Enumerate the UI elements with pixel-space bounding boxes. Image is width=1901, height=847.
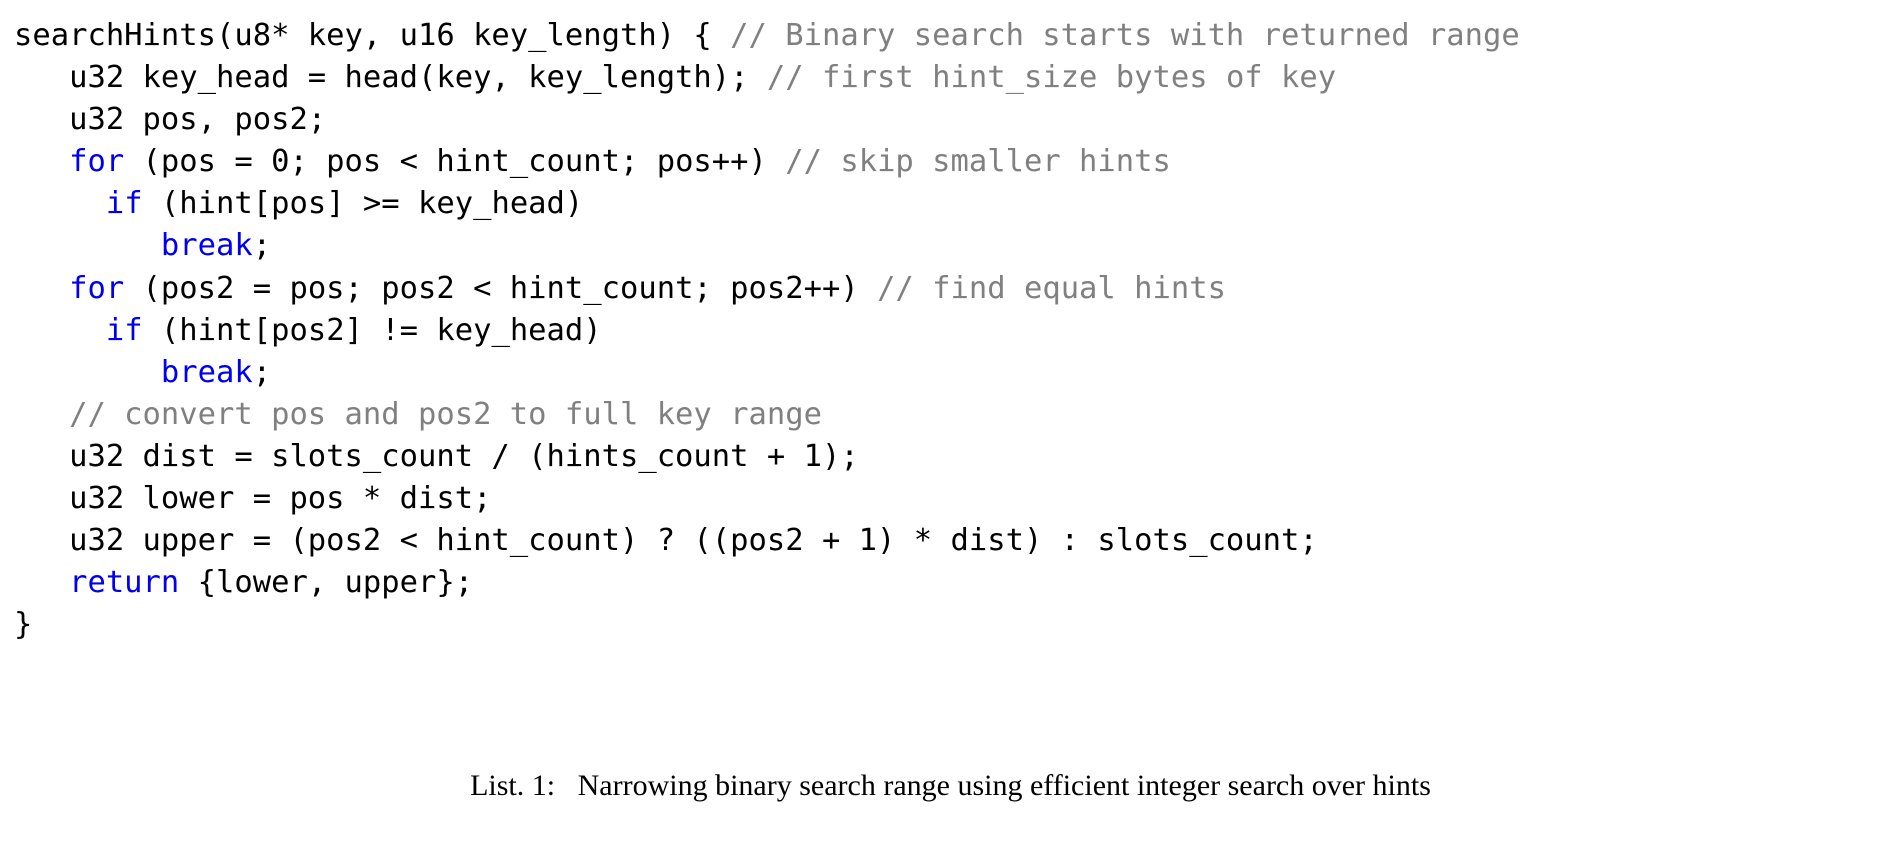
caption-space [563,769,571,802]
code-line: for (pos = 0; pos < hint_count; pos++) /… [14,141,1894,183]
code-line: break; [14,225,1894,267]
code-text: ; [252,228,272,264]
code-line: u32 upper = (pos2 < hint_count) ? ((pos2… [14,520,1894,562]
code-keyword: break [160,228,253,264]
code-comment: // Binary search starts with returned ra… [730,18,1520,53]
code-text: u32 pos, pos2; [14,102,327,138]
code-comment: // convert pos and pos2 to full key rang… [69,396,822,432]
code-line: searchHints(u8* key, u16 key_length) { /… [14,15,1894,57]
code-line: } [14,604,1894,646]
code-line: if (hint[pos2] != key_head) [14,310,1894,352]
code-line: u32 lower = pos * dist; [14,478,1894,520]
code-line: u32 pos, pos2; [14,99,1894,141]
code-keyword: for [69,144,125,180]
code-comment: // first hint_size bytes of key [766,60,1337,96]
code-text: u32 key_head = head(key, key_length); [14,60,767,96]
code-text: (hint[pos] >= key_head) [142,186,584,222]
caption-text: Narrowing binary search range using effi… [577,769,1431,802]
code-line: u32 dist = slots_count / (hints_count + … [14,436,1894,478]
code-keyword: if [105,312,143,348]
code-text: (hint[pos2] != key_head) [142,312,602,348]
code-comment: // find equal hints [877,270,1226,306]
code-keyword: for [69,270,125,306]
code-text: (pos = 0; pos < hint_count; pos++) [124,144,786,180]
code-block: searchHints(u8* key, u16 key_length) { /… [14,15,1894,646]
code-line: for (pos2 = pos; pos2 < hint_count; pos2… [14,268,1894,310]
code-text: (pos2 = pos; pos2 < hint_count; pos2++) [124,270,878,306]
code-listing-figure: searchHints(u8* key, u16 key_length) { /… [0,0,1901,847]
caption-label: List. 1: [470,769,556,802]
code-text: {lower, upper}; [179,565,474,601]
code-text: u32 dist = slots_count / (hints_count + … [14,438,859,474]
code-keyword: return [69,565,180,601]
code-text: u32 upper = (pos2 < hint_count) ? ((pos2… [14,523,1318,559]
code-text: u32 lower = pos * dist; [14,481,492,517]
code-comment: // skip smaller hints [785,144,1171,180]
code-text: } [14,607,33,643]
listing-caption: List. 1: Narrowing binary search range u… [0,766,1901,806]
code-line: if (hint[pos] >= key_head) [14,183,1894,225]
code-text: ; [252,354,272,390]
code-line: break; [14,352,1894,394]
code-text: searchHints(u8* key, u16 key_length) { [14,18,731,53]
code-line: return {lower, upper}; [14,562,1894,604]
code-line: u32 key_head = head(key, key_length); //… [14,57,1894,99]
code-keyword: break [160,354,253,390]
code-keyword: if [105,186,143,222]
code-line: // convert pos and pos2 to full key rang… [14,394,1894,436]
